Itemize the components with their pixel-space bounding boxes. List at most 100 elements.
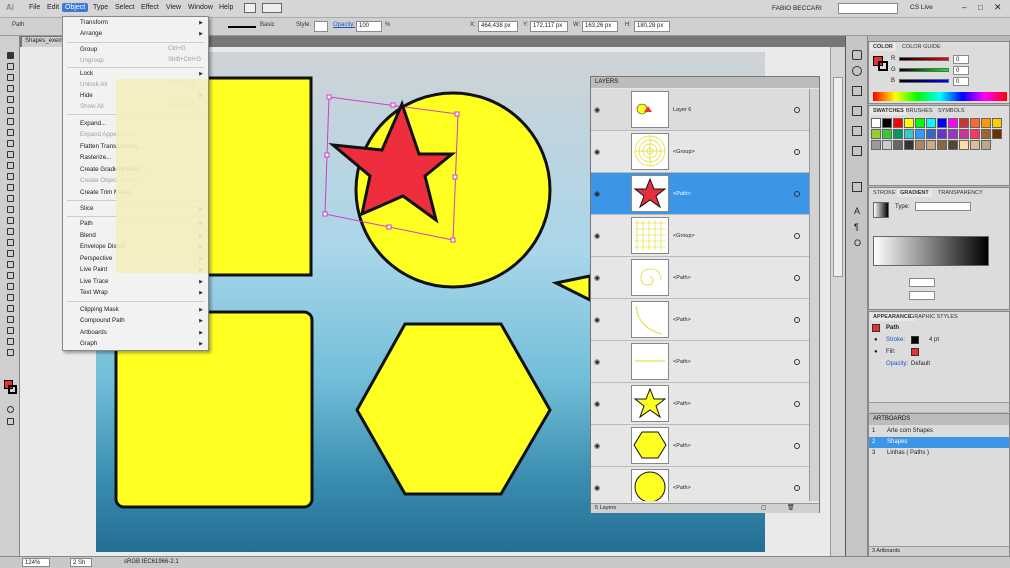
vertical-scrollbar[interactable] <box>830 47 845 556</box>
object-menu-item[interactable]: Artboards <box>80 329 107 336</box>
tab-color-guide[interactable]: COLOR GUIDE <box>899 43 944 51</box>
gradient-type-dropdown[interactable] <box>915 202 971 211</box>
layer-row[interactable]: ◉ Layer 6 <box>591 89 809 131</box>
stroke-label[interactable]: Stroke: <box>886 337 905 343</box>
object-menu-item[interactable]: Path <box>80 220 93 227</box>
object-menu-item[interactable]: Clipping Mask <box>80 306 119 313</box>
layer-name[interactable]: <Group> <box>673 149 695 155</box>
object-menu-item[interactable]: Group <box>80 46 97 53</box>
color-swatch[interactable] <box>882 118 892 128</box>
g-field[interactable]: 0 <box>953 66 969 75</box>
tab-graphic-styles[interactable]: GRAPHIC STYLES <box>907 313 961 321</box>
visibility-eye-icon[interactable]: ◉ <box>594 190 600 198</box>
target-icon[interactable] <box>794 317 800 323</box>
character-icon[interactable]: A <box>854 206 860 216</box>
object-menu-item[interactable]: Perspective <box>80 255 112 262</box>
object-menu-item[interactable]: Text Wrap <box>80 289 108 296</box>
color-swatch[interactable] <box>893 140 903 150</box>
artboard-name[interactable]: Shapes <box>887 439 907 445</box>
target-icon[interactable] <box>794 359 800 365</box>
visibility-eye-icon[interactable]: ◉ <box>594 358 600 366</box>
target-icon[interactable] <box>794 275 800 281</box>
trash-icon[interactable]: 🗑 <box>787 504 795 511</box>
gradient-ramp[interactable] <box>873 236 989 266</box>
tab-gradient[interactable]: GRADIENT <box>897 189 932 197</box>
tab-color[interactable]: COLOR <box>870 43 896 51</box>
visibility-eye-icon[interactable]: ◉ <box>594 316 600 324</box>
navigator-icon[interactable] <box>852 50 862 60</box>
color-swatch[interactable] <box>882 129 892 139</box>
links-icon[interactable] <box>852 146 862 156</box>
target-icon[interactable] <box>794 485 800 491</box>
layer-row[interactable]: ◉ <Path> <box>591 467 809 501</box>
align-icon[interactable] <box>852 106 862 116</box>
target-icon[interactable] <box>794 233 800 239</box>
color-swatch[interactable] <box>926 129 936 139</box>
color-swatch[interactable] <box>893 129 903 139</box>
object-menu-item[interactable]: Blend <box>80 232 96 239</box>
target-icon[interactable] <box>794 107 800 113</box>
target-icon[interactable] <box>794 149 800 155</box>
layer-row[interactable]: ◉ <Path> <box>591 299 809 341</box>
opentype-icon[interactable]: O <box>854 238 861 248</box>
target-icon[interactable] <box>794 443 800 449</box>
color-swatch[interactable] <box>915 129 925 139</box>
color-swatch[interactable] <box>992 129 1002 139</box>
color-swatch[interactable] <box>970 129 980 139</box>
color-swatch[interactable] <box>893 118 903 128</box>
layer-row[interactable]: ◉ <Path> <box>591 173 809 215</box>
visibility-eye-icon[interactable]: ◉ <box>594 274 600 282</box>
color-swatch[interactable] <box>904 129 914 139</box>
color-swatch[interactable] <box>915 118 925 128</box>
object-menu-item[interactable]: Slice <box>80 205 93 212</box>
tab-transparency[interactable]: TRANSPARENCY <box>935 189 986 197</box>
color-swatch[interactable] <box>926 140 936 150</box>
color-swatch[interactable] <box>871 129 881 139</box>
fill-color-chip[interactable] <box>911 348 919 356</box>
color-swatch[interactable] <box>871 140 881 150</box>
stroke-eye-icon[interactable]: ● <box>874 337 878 343</box>
layer-name[interactable]: <Path> <box>673 275 691 281</box>
visibility-eye-icon[interactable]: ◉ <box>594 148 600 156</box>
gradient-location-field[interactable] <box>909 278 935 287</box>
new-layer-icon[interactable]: ▢ <box>761 504 767 511</box>
layer-row[interactable]: ◉ <Group> <box>591 215 809 257</box>
layer-name[interactable]: <Group> <box>673 233 695 239</box>
zoom-field[interactable]: 124% <box>22 558 50 567</box>
object-menu-item[interactable]: Transform <box>80 19 108 26</box>
fill-eye-icon[interactable]: ● <box>874 349 878 355</box>
visibility-eye-icon[interactable]: ◉ <box>594 400 600 408</box>
color-swatch[interactable] <box>981 118 991 128</box>
artboard-row[interactable]: 2 Shapes <box>869 437 1009 448</box>
object-menu-item[interactable]: Graph <box>80 340 97 347</box>
tab-symbols[interactable]: SYMBOLS <box>935 107 968 115</box>
object-menu-item[interactable]: Compound Path <box>80 317 125 324</box>
r-field[interactable]: 0 <box>953 55 969 64</box>
layer-name[interactable]: <Path> <box>673 443 691 449</box>
color-swatch[interactable] <box>992 118 1002 128</box>
layer-row[interactable]: ◉ <Path> <box>591 425 809 467</box>
g-slider[interactable] <box>899 68 949 72</box>
artboard-name[interactable]: Arte com Shapes <box>887 428 933 434</box>
layer-name[interactable]: <Path> <box>673 485 691 491</box>
visibility-eye-icon[interactable]: ◉ <box>594 232 600 240</box>
layer-name[interactable]: <Path> <box>673 359 691 365</box>
artboard-row[interactable]: 1 Arte com Shapes <box>869 426 1009 437</box>
object-menu-item[interactable]: Arrange <box>80 30 102 37</box>
object-menu-item[interactable]: Live Trace <box>80 278 109 285</box>
artboard-name[interactable]: Linhas ( Paths ) <box>887 450 929 456</box>
tab-stroke[interactable]: STROKE <box>870 189 899 197</box>
artboard-navigation[interactable]: 2 Sh <box>70 558 92 567</box>
image-trace-icon[interactable] <box>852 182 862 192</box>
color-swatch[interactable] <box>970 140 980 150</box>
color-swatch[interactable] <box>915 140 925 150</box>
target-icon[interactable] <box>794 191 800 197</box>
color-swatch[interactable] <box>959 140 969 150</box>
layer-row[interactable]: ◉ <Path> <box>591 257 809 299</box>
layer-name[interactable]: <Path> <box>673 317 691 323</box>
stroke-color-chip[interactable] <box>911 336 919 344</box>
layers-scrollbar[interactable] <box>809 89 819 501</box>
color-spectrum[interactable] <box>873 92 1007 101</box>
color-swatch[interactable] <box>937 129 947 139</box>
object-menu-item[interactable]: Hide <box>80 92 93 99</box>
